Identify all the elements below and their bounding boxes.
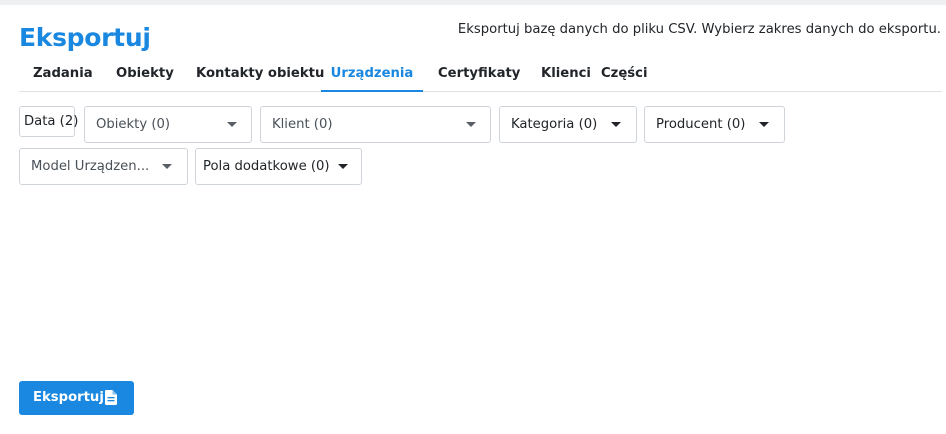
- tab-czesci[interactable]: Części: [601, 66, 648, 92]
- chevron-down-icon: [227, 122, 237, 127]
- export-button-label: Eksportuj: [33, 390, 104, 405]
- page-description: Eksportuj bazę danych do pliku CSV. Wybi…: [457, 22, 941, 37]
- export-button[interactable]: Eksportuj: [19, 381, 134, 415]
- chevron-down-icon: [466, 122, 476, 127]
- tab-obiekty[interactable]: Obiekty: [116, 66, 174, 92]
- tab-klienci[interactable]: Klienci: [541, 66, 591, 92]
- tab-kontakty-obiektu[interactable]: Kontakty obiektu: [196, 66, 324, 92]
- klient-filter-dropdown[interactable]: Klient (0): [260, 106, 491, 143]
- chevron-down-icon: [611, 122, 621, 127]
- kategoria-filter-dropdown[interactable]: Kategoria (0): [499, 106, 637, 143]
- chevron-down-icon: [162, 164, 172, 169]
- date-filter-button[interactable]: Data (2): [19, 106, 79, 137]
- model-filter-label: Model Urządzen...: [31, 159, 150, 174]
- top-strip: [0, 0, 946, 5]
- pola-dodatkowe-filter-label: Pola dodatkowe (0): [203, 159, 330, 174]
- tab-certyfikaty[interactable]: Certyfikaty: [438, 66, 520, 92]
- tab-urzadzenia[interactable]: Urządzenia: [321, 66, 423, 92]
- kategoria-filter-label: Kategoria (0): [511, 117, 598, 132]
- chevron-down-icon: [338, 164, 348, 169]
- tab-bar: Zadania Obiekty Kontakty obiektu Urządze…: [19, 60, 942, 92]
- obiekty-filter-dropdown[interactable]: Obiekty (0): [84, 106, 252, 143]
- tab-zadania[interactable]: Zadania: [33, 66, 93, 92]
- file-document-icon: [105, 390, 117, 405]
- pola-dodatkowe-filter-dropdown[interactable]: Pola dodatkowe (0): [195, 148, 362, 185]
- page-title: Eksportuj: [19, 23, 151, 52]
- model-filter-dropdown[interactable]: Model Urządzen...: [19, 148, 188, 185]
- date-filter-label: Data (2): [24, 114, 79, 129]
- producent-filter-label: Producent (0): [656, 117, 746, 132]
- obiekty-filter-label: Obiekty (0): [96, 117, 171, 132]
- klient-filter-label: Klient (0): [272, 117, 333, 132]
- producent-filter-dropdown[interactable]: Producent (0): [644, 106, 785, 143]
- chevron-down-icon: [759, 122, 769, 127]
